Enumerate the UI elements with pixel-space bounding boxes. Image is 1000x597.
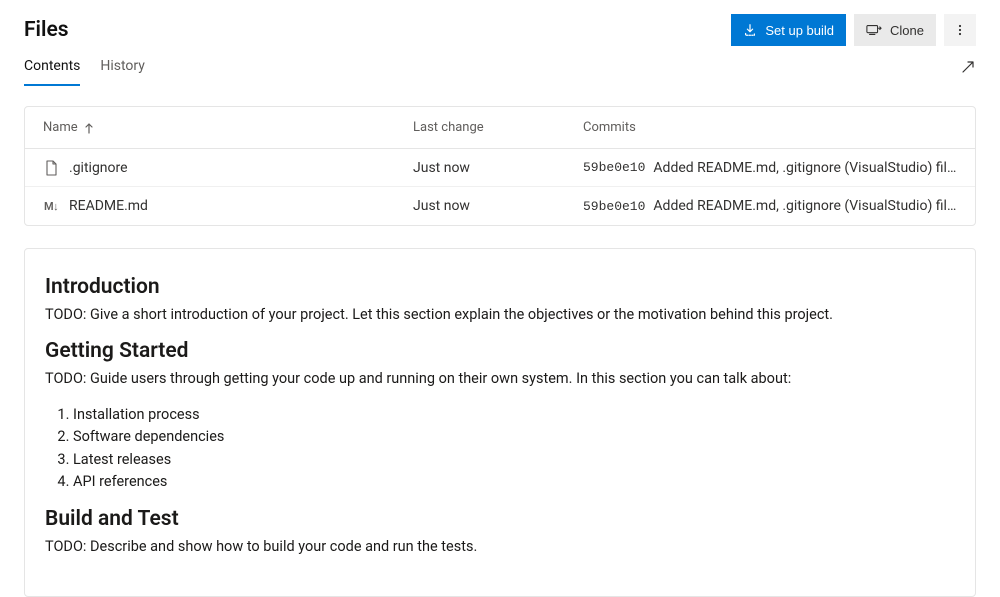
readme-preview: Introduction TODO: Give a short introduc… (24, 248, 976, 597)
table-row[interactable]: M↓ README.md Just now 59be0e10 Added REA… (25, 187, 975, 225)
list-item: Latest releases (73, 449, 955, 471)
table-row[interactable]: .gitignore Just now 59be0e10 Added READM… (25, 149, 975, 187)
list-item: API references (73, 471, 955, 493)
readme-paragraph: TODO: Describe and show how to build you… (45, 537, 955, 557)
col-lastchange-label: Last change (413, 120, 484, 135)
col-name-label: Name (43, 120, 78, 135)
markdown-icon: M↓ (43, 200, 59, 213)
header-actions: Set up build Clone (731, 14, 976, 46)
sort-asc-icon (84, 122, 94, 134)
file-last-change: Just now (413, 198, 583, 214)
col-header-commits[interactable]: Commits (583, 120, 957, 135)
file-name: README.md (69, 198, 148, 214)
col-commits-label: Commits (583, 120, 636, 135)
tabs: Contents History (24, 52, 976, 86)
readme-paragraph: TODO: Give a short introduction of your … (45, 305, 955, 325)
readme-steps-list: Installation process Software dependenci… (45, 404, 955, 494)
file-name: .gitignore (69, 160, 128, 176)
commit-message: Added README.md, .gitignore (VisualStudi… (653, 160, 957, 176)
tab-history[interactable]: History (100, 58, 145, 86)
clone-button[interactable]: Clone (854, 14, 936, 46)
commit-hash: 59be0e10 (583, 199, 645, 214)
readme-paragraph: TODO: Guide users through getting your c… (45, 369, 955, 389)
commit-message: Added README.md, .gitignore (VisualStudi… (653, 198, 957, 214)
more-vertical-icon (953, 23, 967, 37)
readme-heading-getting-started: Getting Started (45, 339, 955, 363)
setup-build-button[interactable]: Set up build (731, 14, 846, 46)
col-header-name[interactable]: Name (43, 120, 413, 135)
list-item: Installation process (73, 404, 955, 426)
list-item: Software dependencies (73, 426, 955, 448)
readme-heading-introduction: Introduction (45, 275, 955, 299)
col-header-last-change[interactable]: Last change (413, 120, 583, 135)
clone-label: Clone (890, 23, 924, 38)
commit-hash: 59be0e10 (583, 160, 645, 175)
build-icon (743, 23, 757, 37)
page-title: Files (24, 18, 69, 42)
file-last-change: Just now (413, 160, 583, 176)
files-table: Name Last change Commits (24, 106, 976, 226)
clone-icon (866, 23, 882, 37)
fullscreen-button[interactable] (960, 59, 976, 85)
file-icon (43, 160, 59, 176)
readme-heading-build: Build and Test (45, 507, 955, 531)
tab-contents[interactable]: Contents (24, 58, 80, 86)
files-table-header: Name Last change Commits (25, 107, 975, 149)
page-header: Files Set up build (24, 0, 976, 52)
setup-build-label: Set up build (765, 23, 834, 38)
fullscreen-icon (960, 59, 976, 75)
more-actions-button[interactable] (944, 14, 976, 46)
